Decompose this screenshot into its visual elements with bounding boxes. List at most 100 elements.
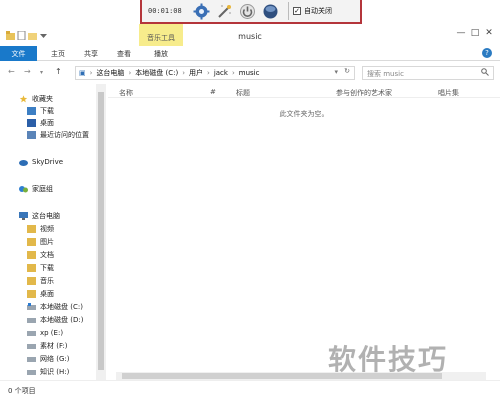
windows-drive-icon — [27, 303, 36, 310]
search-input[interactable]: 搜索 music — [362, 66, 494, 80]
nav-label: 本地磁盘 (C:) — [40, 303, 83, 311]
documents-folder-icon — [27, 251, 36, 259]
breadcrumb-jack[interactable]: jack — [214, 69, 228, 77]
nav-label: 家庭组 — [32, 185, 53, 193]
nav-label: 视频 — [40, 225, 54, 233]
tab-play[interactable]: 播放 — [144, 46, 178, 61]
nav-pc-drive-e[interactable]: xp (E:) — [27, 327, 63, 339]
nav-favorites[interactable]: 收藏夹 — [19, 93, 53, 105]
downloads-folder-icon — [27, 264, 36, 272]
nav-pc-drive-c[interactable]: 本地磁盘 (C:) — [27, 301, 83, 313]
nav-pc-drive-f[interactable]: 素材 (F:) — [27, 340, 68, 352]
forward-arrow-icon[interactable]: → — [24, 67, 31, 76]
pc-location-icon: ▣ — [79, 69, 86, 77]
up-arrow-icon[interactable]: ↑ — [55, 67, 62, 76]
navigation-pane: 收藏夹 下载 桌面 最近访问的位置 SkyDrive 家庭组 这台电脑 视频 图… — [0, 84, 108, 380]
breadcrumb-separator-icon: › — [89, 69, 93, 77]
status-bar: 0 个项目 — [0, 380, 500, 401]
column-artist[interactable]: 参与创作的艺术家 — [336, 88, 392, 98]
breadcrumb-music[interactable]: music — [239, 69, 260, 77]
tab-file[interactable]: 文件 — [0, 46, 37, 61]
nav-favorites-recent[interactable]: 最近访问的位置 — [27, 129, 89, 141]
breadcrumb-drive-c[interactable]: 本地磁盘 (C:) — [135, 68, 178, 78]
watermark: 软件技巧 — [328, 343, 449, 376]
nav-pc-drive-d[interactable]: 本地磁盘 (D:) — [27, 314, 83, 326]
file-list-pane: 名称 # 标题 参与创作的艺术家 唱片集 此文件夹为空。 — [108, 84, 500, 380]
address-bar[interactable]: ▣ › 这台电脑 › 本地磁盘 (C:) › 用户 › jack › music… — [75, 66, 355, 80]
magic-wand-icon[interactable] — [215, 2, 234, 21]
back-arrow-icon[interactable]: ← — [8, 67, 15, 76]
timer-toolbar: 00:01:08 ✓ 自动关闭 — [140, 0, 362, 24]
nav-skydrive[interactable]: SkyDrive — [19, 156, 63, 168]
tab-view[interactable]: 查看 — [109, 46, 139, 61]
nav-scrollbar-thumb[interactable] — [98, 92, 104, 370]
maximize-button[interactable]: □ — [468, 28, 482, 40]
nav-scrollbar[interactable] — [96, 84, 106, 380]
search-icon[interactable] — [481, 68, 489, 78]
breadcrumb-separator-icon: › — [207, 69, 210, 77]
tab-home[interactable]: 主页 — [43, 46, 73, 61]
window-titlebar: 音乐工具 music — □ ✕ — [0, 24, 500, 46]
drive-icon — [27, 357, 36, 362]
column-headers: 名称 # 标题 参与创作的艺术家 唱片集 — [108, 84, 500, 98]
nav-label: 最近访问的位置 — [40, 131, 89, 139]
search-placeholder: 搜索 music — [367, 70, 404, 78]
recent-locations-chevron-icon[interactable]: ▾ — [40, 69, 43, 76]
breadcrumb-separator-icon: › — [231, 69, 235, 77]
item-count: 0 个项目 — [8, 387, 36, 395]
cloud-icon — [19, 160, 28, 166]
nav-pc-videos[interactable]: 视频 — [27, 223, 54, 235]
nav-label: SkyDrive — [32, 158, 64, 166]
settings-gear-icon[interactable] — [192, 2, 211, 21]
pictures-folder-icon — [27, 238, 36, 246]
computer-icon — [19, 212, 28, 220]
desktop-folder-icon — [27, 290, 36, 298]
nav-pc-desktop[interactable]: 桌面 — [27, 288, 54, 300]
column-track-number[interactable]: # — [210, 88, 216, 96]
download-folder-icon — [27, 107, 36, 115]
auto-close-checkbox[interactable]: ✓ 自动关闭 — [293, 6, 332, 16]
nav-label: 素材 (F:) — [40, 342, 68, 350]
toolbar-divider — [288, 2, 289, 20]
window-controls: — □ ✕ — [454, 28, 496, 40]
help-icon[interactable]: ? — [482, 48, 492, 58]
globe-icon[interactable] — [261, 2, 280, 21]
nav-label: 桌面 — [40, 119, 54, 127]
nav-favorites-desktop[interactable]: 桌面 — [27, 117, 54, 129]
checkbox-box[interactable]: ✓ — [293, 7, 301, 15]
nav-this-pc[interactable]: 这台电脑 — [19, 210, 60, 222]
column-name[interactable]: 名称 — [119, 88, 133, 98]
column-album[interactable]: 唱片集 — [438, 88, 459, 98]
drive-icon — [27, 344, 36, 349]
nav-label: 音乐 — [40, 277, 54, 285]
close-button[interactable]: ✕ — [482, 28, 496, 40]
breadcrumb-users[interactable]: 用户 — [189, 68, 203, 78]
ribbon-tabs: 文件 主页 共享 查看 播放 ? — [0, 46, 500, 61]
tab-share[interactable]: 共享 — [76, 46, 106, 61]
address-dropdown-icon[interactable]: ▾ — [334, 68, 338, 76]
nav-pc-drive-g[interactable]: 网络 (G:) — [27, 353, 69, 365]
nav-label: 这台电脑 — [32, 212, 60, 220]
drive-icon — [27, 370, 36, 375]
nav-label: 下载 — [40, 107, 54, 115]
refresh-icon[interactable]: ↻ — [344, 67, 350, 75]
nav-pc-downloads[interactable]: 下载 — [27, 262, 54, 274]
drive-icon — [27, 331, 36, 336]
column-title[interactable]: 标题 — [236, 88, 250, 98]
breadcrumb-pc[interactable]: 这台电脑 — [96, 68, 124, 78]
breadcrumb-separator-icon: › — [128, 69, 132, 77]
nav-label: 知识 (H:) — [40, 368, 70, 376]
power-icon[interactable] — [238, 2, 257, 21]
window-title: music — [238, 32, 262, 41]
nav-pc-pictures[interactable]: 图片 — [27, 236, 54, 248]
homegroup-icon — [19, 186, 28, 193]
nav-pc-music[interactable]: 音乐 — [27, 275, 54, 287]
auto-close-label: 自动关闭 — [304, 7, 332, 15]
nav-favorites-downloads[interactable]: 下载 — [27, 105, 54, 117]
minimize-button[interactable]: — — [454, 28, 468, 40]
nav-homegroup[interactable]: 家庭组 — [19, 183, 53, 195]
nav-label: 文档 — [40, 251, 54, 259]
nav-pc-documents[interactable]: 文档 — [27, 249, 54, 261]
nav-label: 收藏夹 — [32, 95, 53, 103]
nav-pc-drive-h[interactable]: 知识 (H:) — [27, 366, 69, 378]
